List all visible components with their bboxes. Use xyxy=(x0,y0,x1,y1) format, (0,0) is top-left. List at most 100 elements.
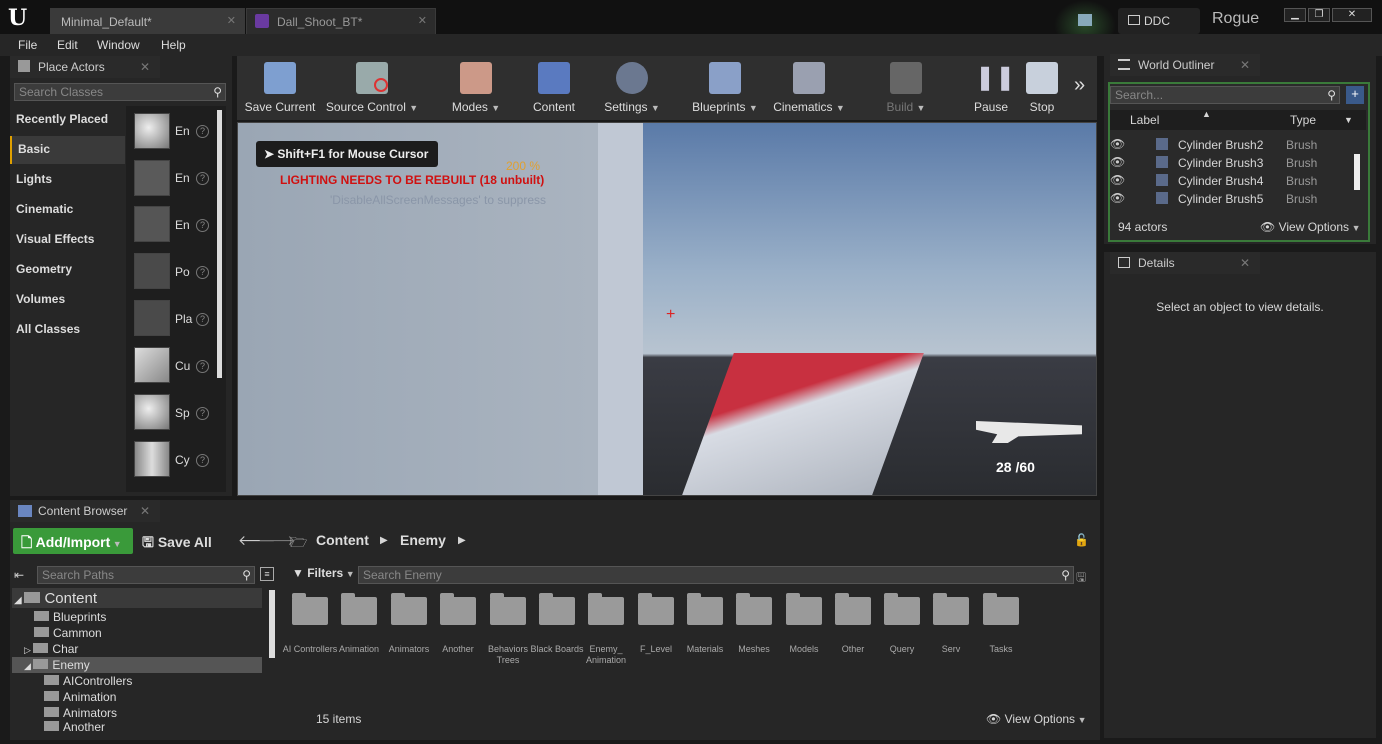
level-viewport[interactable]: + ➤ Shift+F1 for Mouse Cursor 200 % LIGH… xyxy=(237,122,1097,496)
folder-icon[interactable] xyxy=(490,593,526,625)
category-geometry[interactable]: Geometry xyxy=(10,256,125,284)
maximize-button[interactable]: ❐ xyxy=(1308,8,1330,22)
toolbar-overflow-icon[interactable]: » xyxy=(1074,74,1085,97)
category-all-classes[interactable]: All Classes xyxy=(10,316,125,344)
minimize-button[interactable]: ▁ xyxy=(1284,8,1306,22)
search-enemy-input[interactable]: Search Enemy ⚲ xyxy=(358,566,1074,584)
content-button[interactable]: Content xyxy=(526,58,582,118)
search-paths-input[interactable]: Search Paths ⚲ xyxy=(37,566,255,584)
sphere-icon[interactable] xyxy=(134,394,170,430)
menu-file[interactable]: File xyxy=(18,38,37,52)
tree-item-char[interactable]: ▷ Char xyxy=(24,642,78,656)
menu-window[interactable]: Window xyxy=(97,38,140,52)
ddc-button[interactable]: DDC xyxy=(1118,8,1200,34)
tree-expand-icon[interactable]: ◢ xyxy=(24,661,33,671)
breadcrumb-enemy[interactable]: Enemy xyxy=(400,532,446,548)
help-icon[interactable]: ? xyxy=(196,125,209,138)
source-control-button[interactable]: Source Control ▼ xyxy=(322,58,422,118)
world-outliner-tab[interactable]: World Outliner ✕ xyxy=(1110,54,1260,76)
category-basic[interactable]: Basic xyxy=(10,136,125,164)
tree-item-content[interactable]: ◢ Content xyxy=(14,590,97,607)
breadcrumb-content[interactable]: Content xyxy=(316,532,369,548)
folder-icon[interactable] xyxy=(835,593,871,625)
help-icon[interactable]: ? xyxy=(196,407,209,420)
help-icon[interactable]: ? xyxy=(196,454,209,467)
eye-icon[interactable]: 👁 xyxy=(1110,155,1125,169)
eye-icon[interactable]: 👁 xyxy=(1110,191,1125,205)
tree-item-aicontrollers[interactable]: AIControllers xyxy=(44,674,132,688)
help-icon[interactable]: ? xyxy=(196,360,209,373)
tree-item-another[interactable]: Another xyxy=(44,720,105,734)
help-icon[interactable]: ? xyxy=(196,219,209,232)
build-button[interactable]: Build ▼ xyxy=(872,58,940,118)
chevron-down-icon[interactable]: ▼ xyxy=(1344,115,1353,125)
category-lights[interactable]: Lights xyxy=(10,166,125,194)
close-icon[interactable]: ✕ xyxy=(140,504,150,518)
place-actors-tab[interactable]: Place Actors ✕ xyxy=(10,56,160,78)
character-icon[interactable] xyxy=(134,160,170,196)
folder-icon[interactable] xyxy=(687,593,723,625)
close-icon[interactable]: ✕ xyxy=(418,14,427,27)
details-tab[interactable]: Details ✕ xyxy=(1110,252,1260,274)
pause-button[interactable]: ❚❚ Pause xyxy=(970,58,1015,118)
content-browser-tab[interactable]: Content Browser ✕ xyxy=(10,500,160,522)
tree-item-blueprints[interactable]: Blueprints xyxy=(34,610,106,624)
tree-item-enemy[interactable]: ◢ Enemy xyxy=(24,658,90,672)
category-recently-placed[interactable]: Recently Placed xyxy=(10,106,125,134)
outliner-search-input[interactable]: Search... ⚲ xyxy=(1110,86,1340,104)
outliner-row[interactable]: 👁 Cylinder Brush3 Brush xyxy=(1110,154,1355,172)
modes-button[interactable]: Modes ▼ xyxy=(446,58,506,118)
tab-dall-shoot-bt[interactable]: Dall_Shoot_BT* ✕ xyxy=(246,8,436,34)
close-icon[interactable]: ✕ xyxy=(1240,256,1250,270)
outliner-scrollbar[interactable] xyxy=(1354,154,1360,190)
outliner-row[interactable]: 👁 Cylinder Brush5 Brush xyxy=(1110,190,1355,208)
point-light-icon[interactable] xyxy=(134,253,170,289)
lock-icon[interactable]: 🔓 xyxy=(1074,533,1089,547)
content-view-options[interactable]: 👁 View Options ▼ xyxy=(986,712,1086,726)
pawn-icon[interactable] xyxy=(134,206,170,242)
save-all-button[interactable]: 🖫 Save All xyxy=(142,532,212,556)
category-volumes[interactable]: Volumes xyxy=(10,286,125,314)
tree-collapse-icon[interactable]: ⇤ xyxy=(14,568,24,582)
category-visual-effects[interactable]: Visual Effects xyxy=(10,226,125,254)
actor-list-scrollbar[interactable] xyxy=(217,110,222,378)
help-icon[interactable]: ? xyxy=(196,313,209,326)
help-icon[interactable]: ? xyxy=(196,266,209,279)
folder-icon[interactable] xyxy=(638,593,674,625)
close-icon[interactable]: ✕ xyxy=(140,60,150,74)
tree-scrollbar[interactable] xyxy=(269,590,275,658)
close-icon[interactable]: ✕ xyxy=(1240,58,1250,72)
folder-icon[interactable] xyxy=(588,593,624,625)
outliner-row[interactable]: 👁 Cylinder Brush4 Brush xyxy=(1110,172,1355,190)
folder-icon[interactable] xyxy=(440,593,476,625)
eye-icon[interactable]: 👁 xyxy=(1110,137,1125,151)
blueprints-button[interactable]: Blueprints ▼ xyxy=(688,58,762,118)
tree-item-animators[interactable]: Animators xyxy=(44,706,117,720)
settings-button[interactable]: Settings ▼ xyxy=(600,58,664,118)
save-search-icon[interactable]: 🖫 xyxy=(1076,568,1086,589)
close-window-button[interactable]: ✕ xyxy=(1332,8,1372,22)
player-start-icon[interactable] xyxy=(134,300,170,336)
search-classes-input[interactable]: Search Classes ⚲ xyxy=(14,83,226,101)
menu-edit[interactable]: Edit xyxy=(57,38,78,52)
column-label[interactable]: Label xyxy=(1130,113,1159,127)
menu-help[interactable]: Help xyxy=(161,38,186,52)
add-actor-button[interactable]: + xyxy=(1346,86,1364,104)
help-icon[interactable]: ? xyxy=(196,172,209,185)
save-current-button[interactable]: Save Current xyxy=(242,58,318,118)
tree-item-animation[interactable]: Animation xyxy=(44,690,116,704)
cinematics-button[interactable]: Cinematics ▼ xyxy=(770,58,848,118)
folder-icon[interactable] xyxy=(391,593,427,625)
category-cinematic[interactable]: Cinematic xyxy=(10,196,125,224)
cylinder-icon[interactable] xyxy=(134,441,170,477)
stop-button[interactable]: Stop xyxy=(1022,58,1062,118)
tree-item-cammon[interactable]: Cammon xyxy=(34,626,102,640)
folder-icon[interactable] xyxy=(292,593,328,625)
close-icon[interactable]: ✕ xyxy=(227,14,236,27)
folder-icon[interactable] xyxy=(539,593,575,625)
folder-icon[interactable] xyxy=(341,593,377,625)
folder-icon[interactable] xyxy=(786,593,822,625)
folder-icon[interactable] xyxy=(933,593,969,625)
eye-icon[interactable]: 👁 xyxy=(1110,173,1125,187)
folder-icon[interactable] xyxy=(736,593,772,625)
